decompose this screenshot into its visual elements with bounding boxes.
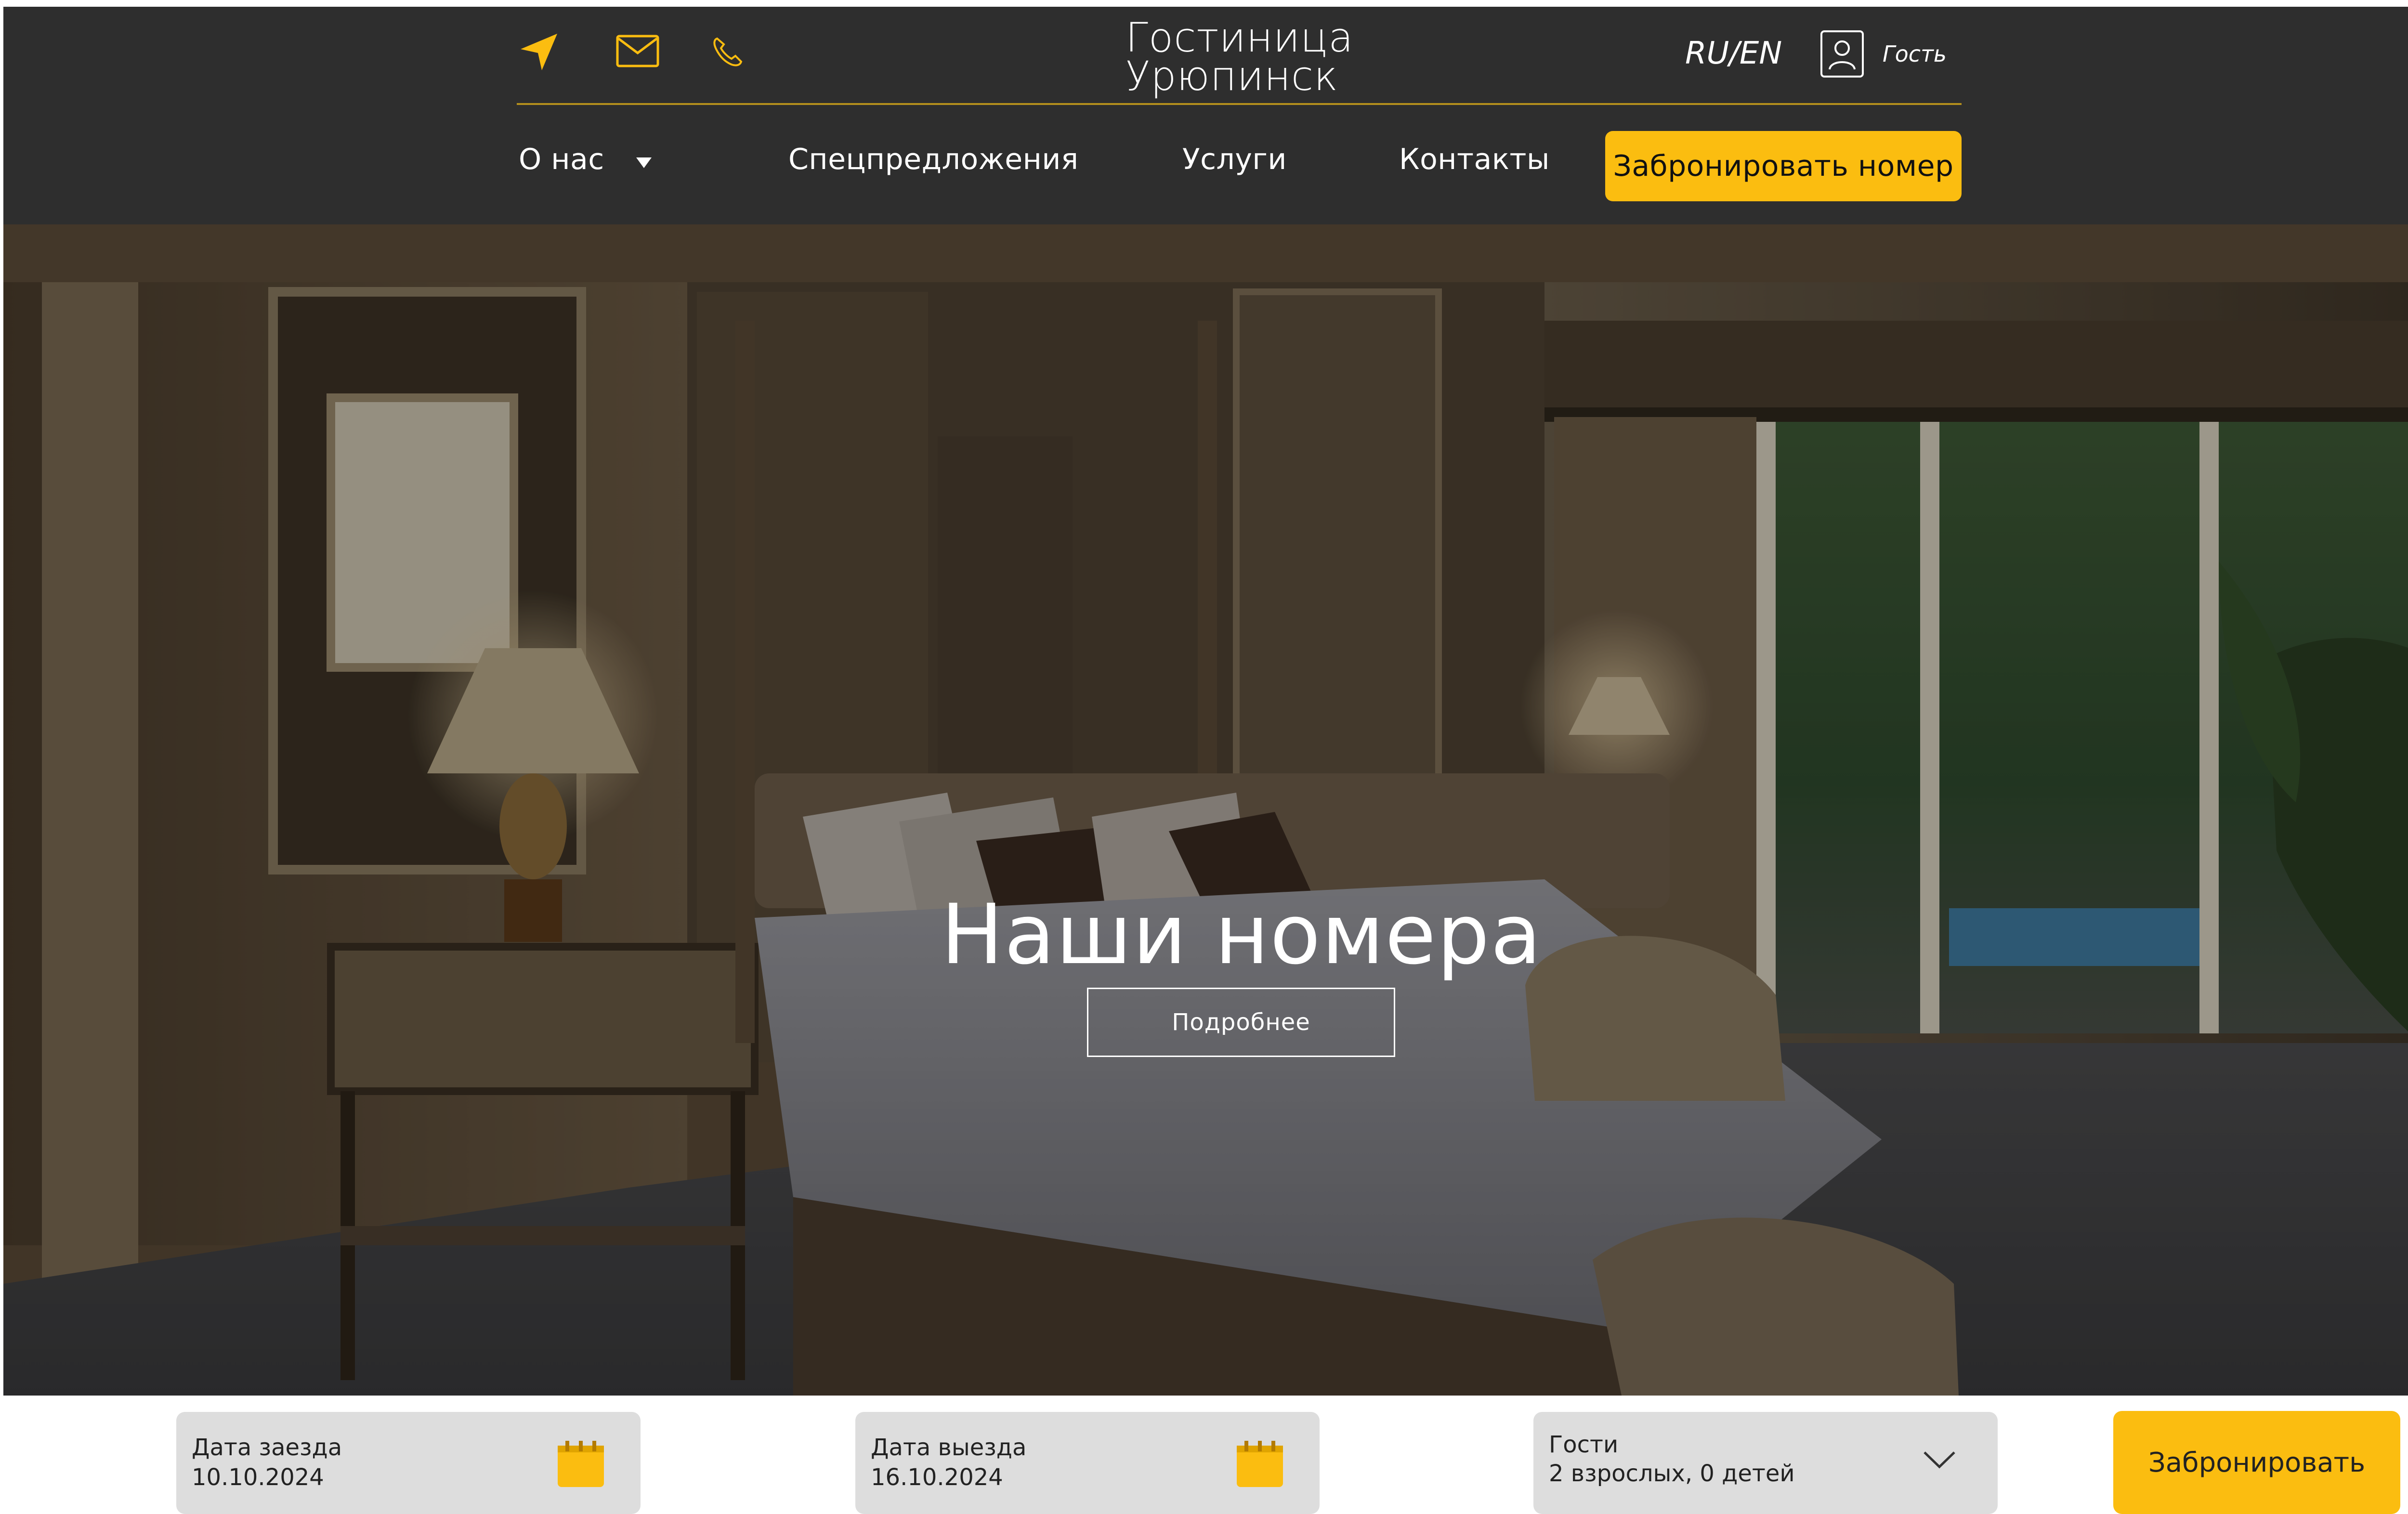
book-room-button[interactable]: Забронировать номер — [1605, 131, 1962, 201]
nav-item-specials[interactable]: Спецпредложения — [788, 143, 1078, 176]
checkout-date-field[interactable]: Дата выезда 16.10.2024 — [855, 1412, 1320, 1514]
header-divider — [517, 103, 1962, 105]
phone-icon[interactable] — [712, 36, 744, 67]
hero-banner: Наши номера Подробнее — [3, 224, 2408, 1396]
calendar-icon[interactable] — [557, 1440, 605, 1488]
user-icon — [1820, 30, 1864, 78]
reserve-button[interactable]: Забронировать — [2113, 1411, 2400, 1514]
language-switch[interactable]: RU/EN — [1685, 36, 1782, 71]
chevron-down-icon — [636, 157, 652, 168]
user-label: Гость — [1883, 41, 1947, 67]
site-header: Гостиница Урюпинск RU/EN Гость О нас Спе… — [3, 7, 2408, 224]
checkout-label: Дата выезда — [871, 1434, 1027, 1461]
user-account[interactable]: Гость — [1820, 30, 1947, 78]
nav-item-services[interactable]: Услуги — [1182, 143, 1287, 176]
more-details-button[interactable]: Подробнее — [1087, 988, 1395, 1057]
checkin-value: 10.10.2024 — [192, 1464, 324, 1491]
checkout-value: 16.10.2024 — [871, 1464, 1003, 1491]
nav-item-about[interactable]: О нас — [519, 143, 653, 176]
checkin-label: Дата заезда — [192, 1434, 342, 1461]
guests-value: 2 взрослых, 0 детей — [1549, 1460, 1795, 1487]
logo-line-2: Урюпинск — [1125, 52, 1338, 100]
nav-about-label: О нас — [519, 143, 604, 176]
logo-line-1: Гостиница — [1125, 14, 1354, 61]
logo[interactable]: Гостиница Урюпинск — [1125, 14, 1366, 100]
nav-item-contacts[interactable]: Контакты — [1399, 143, 1550, 176]
location-arrow-icon[interactable] — [517, 30, 561, 74]
guests-label: Гости — [1549, 1431, 1619, 1458]
guests-select[interactable]: Гости 2 взрослых, 0 детей — [1533, 1412, 1998, 1514]
chevron-down-icon[interactable] — [1923, 1450, 1956, 1470]
hero-bedroom-image — [3, 224, 2408, 1396]
mail-icon[interactable] — [616, 35, 659, 67]
calendar-icon[interactable] — [1236, 1440, 1284, 1488]
checkin-date-field[interactable]: Дата заезда 10.10.2024 — [176, 1412, 641, 1514]
hero-title: Наши номера — [941, 886, 1543, 983]
